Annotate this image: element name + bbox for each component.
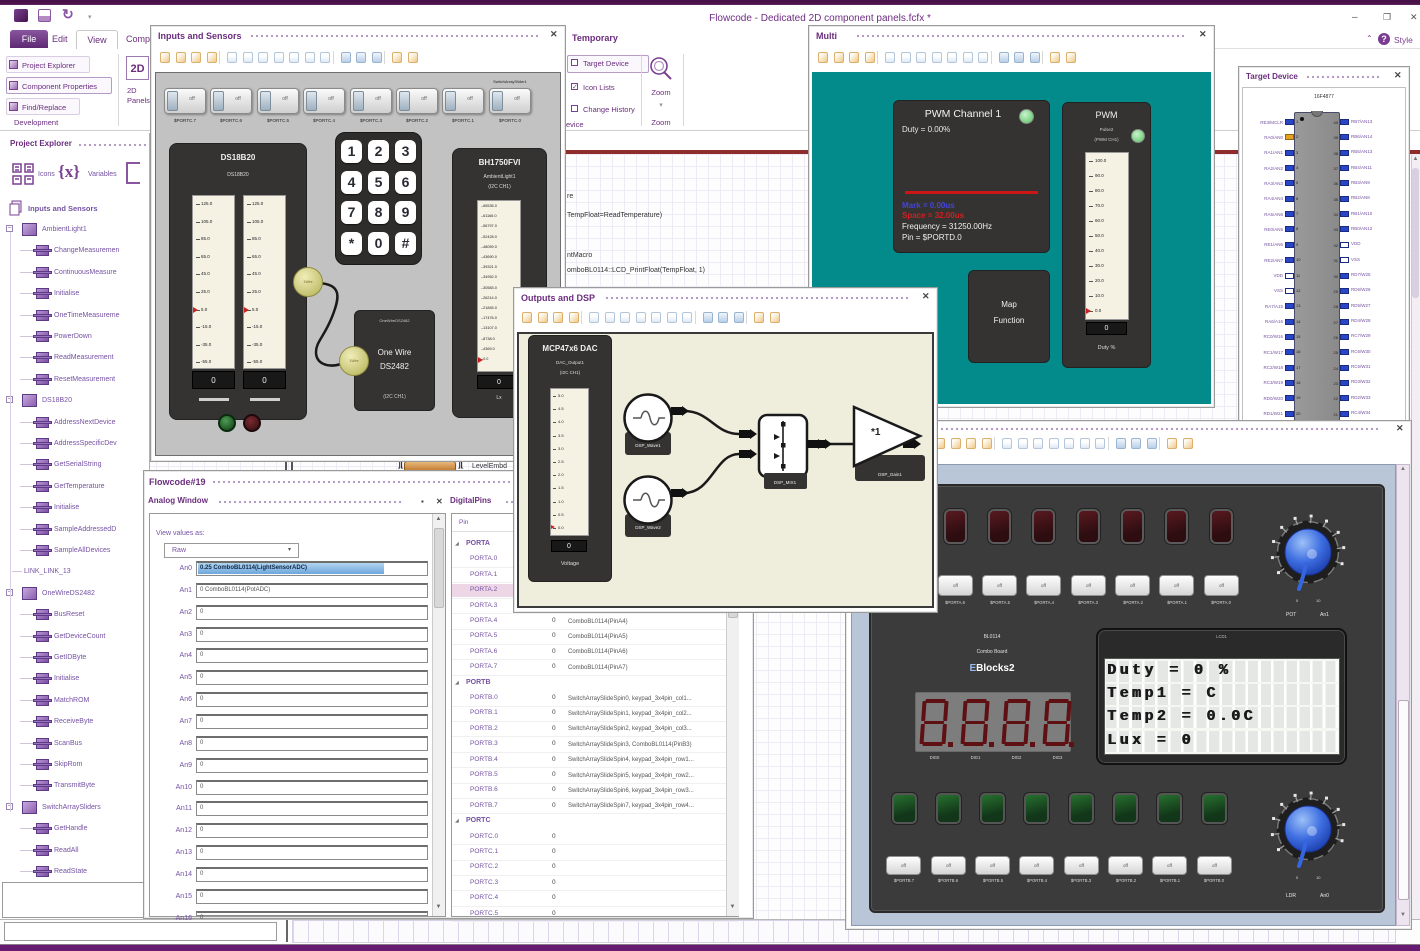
svg-text:DSP_MIX1: DSP_MIX1 — [774, 480, 797, 485]
svg-text:DSP_Wave2: DSP_Wave2 — [635, 525, 661, 530]
svg-text:*1: *1 — [871, 427, 881, 438]
svg-text:DSP_Gain1: DSP_Gain1 — [878, 472, 902, 477]
svg-text:DSP_Wave1: DSP_Wave1 — [635, 443, 661, 448]
